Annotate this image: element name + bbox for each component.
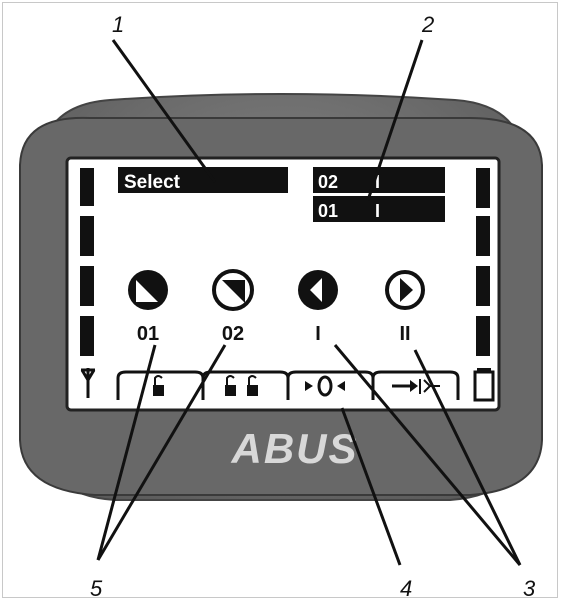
softkey-connect-arrow[interactable] (371, 370, 460, 400)
brand-logo: ABUS (230, 425, 358, 472)
callout-3: 3 (523, 576, 536, 601)
corner-top-right-triangle-icon[interactable] (212, 269, 254, 311)
arrow-left-icon[interactable] (298, 270, 338, 310)
softkey-single-lock[interactable] (116, 370, 205, 400)
callout-1: 1 (112, 12, 124, 37)
callout-5: 5 (90, 576, 103, 601)
select-label: Select (124, 172, 181, 193)
row-2-mark: I (375, 201, 380, 221)
selector-label-ii: II (399, 323, 410, 345)
row-2-num: 01 (318, 201, 338, 221)
selector-label-i: I (315, 323, 321, 345)
corner-bottom-left-triangle-icon[interactable] (128, 270, 168, 310)
remote-control-diagram: Select 02 I 01 I 01 02 I II ABUS 1 2 3 4… (19, 12, 543, 601)
callout-2: 2 (421, 12, 434, 37)
callout-4: 4 (400, 576, 412, 601)
row-1-num: 02 (318, 172, 338, 192)
softkey-double-lock[interactable] (201, 370, 290, 400)
selector-label-01: 01 (137, 323, 159, 345)
arrow-right-icon[interactable] (385, 270, 425, 310)
selector-label-02: 02 (222, 323, 244, 345)
